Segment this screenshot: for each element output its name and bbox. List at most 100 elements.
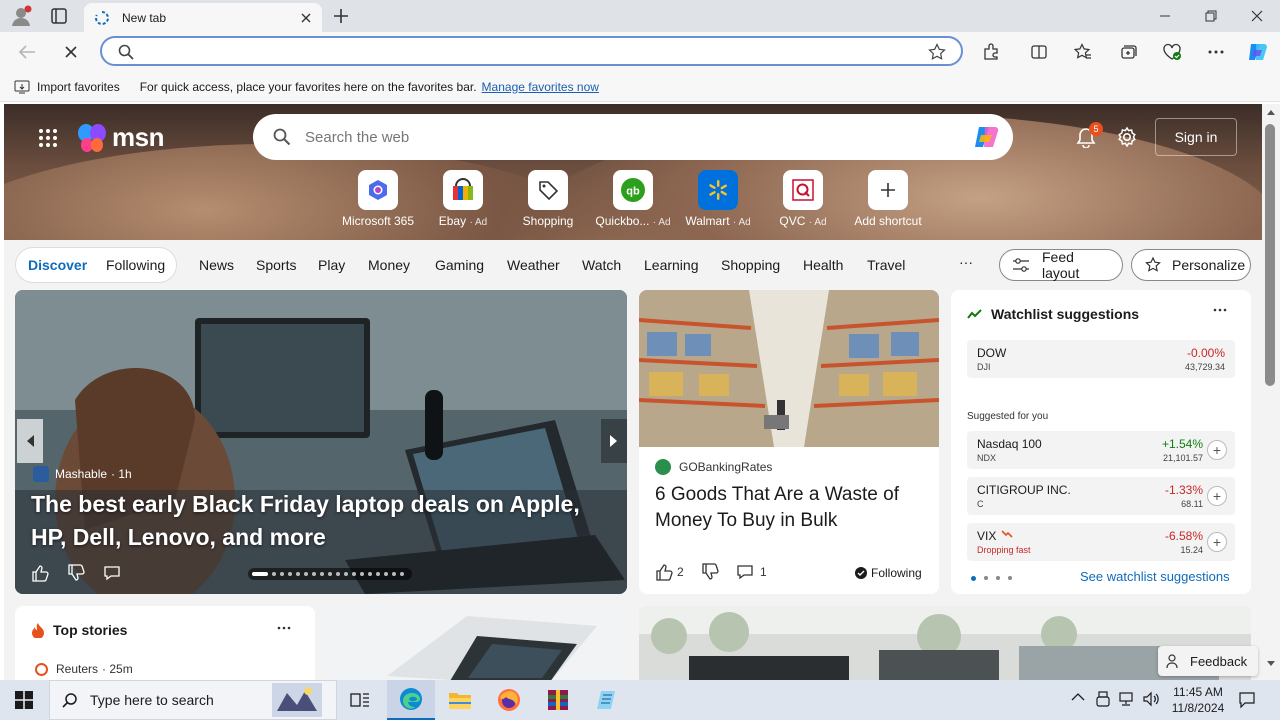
shortcut-ebay[interactable]: Ebay · Ad — [420, 170, 506, 228]
carousel-dot[interactable] — [280, 572, 284, 576]
carousel-dot[interactable] — [376, 572, 380, 576]
featured-headline[interactable]: The best early Black Friday laptop deals… — [31, 488, 611, 554]
story-card[interactable] — [327, 606, 627, 680]
taskbar-app-firefox[interactable] — [485, 680, 533, 720]
settings-gear-icon[interactable] — [1116, 126, 1138, 148]
pager-dot[interactable] — [1008, 576, 1012, 580]
copilot-icon[interactable] — [972, 122, 1002, 152]
volume-icon[interactable] — [1142, 691, 1160, 707]
comment-icon[interactable] — [103, 564, 121, 582]
taskbar-app-file-explorer[interactable] — [436, 680, 484, 720]
taskbar-search-box[interactable]: Type here to search — [49, 680, 337, 720]
taskbar-clock[interactable]: 11:45 AM 11/8/2024 — [1170, 684, 1226, 716]
shortcut-microsoft-365[interactable]: Microsoft 365 — [335, 170, 421, 228]
taskbar-app-notepad[interactable] — [583, 680, 631, 720]
like-button[interactable]: 2 — [655, 563, 684, 581]
carousel-next-button[interactable] — [601, 419, 627, 463]
story-headline[interactable]: 6 Goods That Are a Waste of Money To Buy… — [655, 482, 925, 534]
add-to-watchlist-button[interactable]: + — [1207, 440, 1227, 460]
nav-item-watch[interactable]: Watch — [582, 257, 621, 273]
comment-button[interactable]: 1 — [736, 563, 767, 581]
nav-item-health[interactable]: Health — [803, 257, 843, 273]
split-screen-icon[interactable] — [1024, 38, 1054, 66]
notifications-bell-icon[interactable]: 5 — [1075, 122, 1103, 148]
copilot-icon[interactable] — [1243, 38, 1273, 66]
more-options-icon[interactable] — [1213, 308, 1227, 312]
nav-item-news[interactable]: News — [199, 257, 234, 273]
tab-new-tab[interactable]: New tab — [84, 3, 322, 32]
shortcut-walmart[interactable]: Walmart · Ad — [675, 170, 761, 228]
tab-actions-icon[interactable] — [50, 7, 68, 25]
watchlist-row-dow[interactable]: DOW DJI -0.00% 43,729.34 — [967, 340, 1235, 378]
start-button[interactable] — [0, 680, 48, 720]
scrollbar-thumb[interactable] — [1265, 124, 1275, 386]
carousel-dot[interactable] — [320, 572, 324, 576]
carousel-dot[interactable] — [328, 572, 332, 576]
show-hidden-icons-chevron-icon[interactable] — [1071, 692, 1085, 702]
tab-following[interactable]: Following — [106, 257, 165, 273]
nav-item-shopping[interactable]: Shopping — [721, 257, 780, 273]
network-icon[interactable] — [1118, 691, 1134, 707]
shortcut-qvc[interactable]: QVC · Ad — [760, 170, 846, 228]
address-bar[interactable] — [100, 36, 963, 66]
carousel-dot[interactable] — [384, 572, 388, 576]
carousel-prev-button[interactable] — [17, 419, 43, 463]
import-favorites-button[interactable]: Import favorites — [14, 80, 120, 94]
more-options-icon[interactable] — [1201, 38, 1231, 66]
nav-item-play[interactable]: Play — [318, 257, 345, 273]
new-tab-button[interactable] — [332, 7, 350, 25]
carousel-dot[interactable] — [344, 572, 348, 576]
collections-icon[interactable] — [1113, 38, 1143, 66]
pager-dot[interactable] — [996, 576, 1000, 580]
task-view-button[interactable] — [336, 680, 384, 720]
back-button[interactable] — [12, 38, 42, 66]
carousel-dot[interactable] — [360, 572, 364, 576]
pager-dot[interactable] — [984, 576, 988, 580]
profile-icon[interactable] — [10, 5, 32, 27]
dislike-icon[interactable] — [701, 563, 719, 581]
carousel-dot[interactable] — [304, 572, 308, 576]
add-shortcut-button[interactable]: Add shortcut — [845, 170, 931, 228]
carousel-dot[interactable] — [336, 572, 340, 576]
like-icon[interactable] — [31, 564, 49, 582]
stop-loading-button[interactable] — [56, 38, 86, 66]
feed-layout-button[interactable]: Feed layout — [999, 249, 1123, 281]
shortcut-shopping[interactable]: Shopping — [505, 170, 591, 228]
nav-item-learning[interactable]: Learning — [644, 257, 699, 273]
taskbar-app-edge[interactable] — [387, 680, 435, 720]
carousel-dot[interactable] — [288, 572, 292, 576]
extensions-icon[interactable] — [976, 38, 1006, 66]
nav-item-weather[interactable]: Weather — [507, 257, 560, 273]
msn-logo[interactable]: msn — [76, 122, 164, 153]
sign-in-button[interactable]: Sign in — [1155, 118, 1237, 156]
apps-launcher-icon[interactable] — [38, 128, 58, 148]
following-button[interactable]: Following — [855, 566, 922, 580]
carousel-dot[interactable] — [272, 572, 276, 576]
nav-item-travel[interactable]: Travel — [867, 257, 905, 273]
tab-discover[interactable]: Discover — [28, 257, 87, 273]
favorites-icon[interactable] — [1068, 38, 1098, 66]
taskbar-app-winrar[interactable] — [534, 680, 582, 720]
favorite-star-icon[interactable] — [928, 43, 946, 61]
restore-button[interactable] — [1188, 0, 1234, 32]
web-search-box[interactable]: Search the web — [253, 114, 1013, 160]
page-scrollbar[interactable] — [1262, 104, 1280, 680]
add-to-watchlist-button[interactable]: + — [1207, 486, 1227, 506]
watchlist-row-citigroup[interactable]: CITIGROUP INC. C -1.33% 68.11 + — [967, 477, 1235, 515]
minimize-button[interactable] — [1142, 0, 1188, 32]
address-input[interactable] — [142, 42, 902, 60]
carousel-dot[interactable] — [312, 572, 316, 576]
nav-item-sports[interactable]: Sports — [256, 257, 296, 273]
close-tab-icon[interactable] — [300, 12, 312, 24]
dislike-icon[interactable] — [67, 564, 85, 582]
carousel-dot[interactable] — [400, 572, 404, 576]
watchlist-row-nasdaq[interactable]: Nasdaq 100 NDX +1.54% 21,101.57 + — [967, 431, 1235, 469]
personalize-button[interactable]: Personalize — [1131, 249, 1251, 281]
notification-center-icon[interactable] — [1238, 691, 1256, 709]
nav-more-button[interactable]: ··· — [959, 254, 973, 270]
scroll-down-arrow-icon[interactable] — [1266, 660, 1276, 668]
feedback-button[interactable]: Feedback — [1158, 646, 1258, 676]
shortcut-quickbooks[interactable]: qb Quickbo... · Ad — [590, 170, 676, 228]
nav-item-money[interactable]: Money — [368, 257, 410, 273]
scroll-up-arrow-icon[interactable] — [1266, 108, 1276, 116]
